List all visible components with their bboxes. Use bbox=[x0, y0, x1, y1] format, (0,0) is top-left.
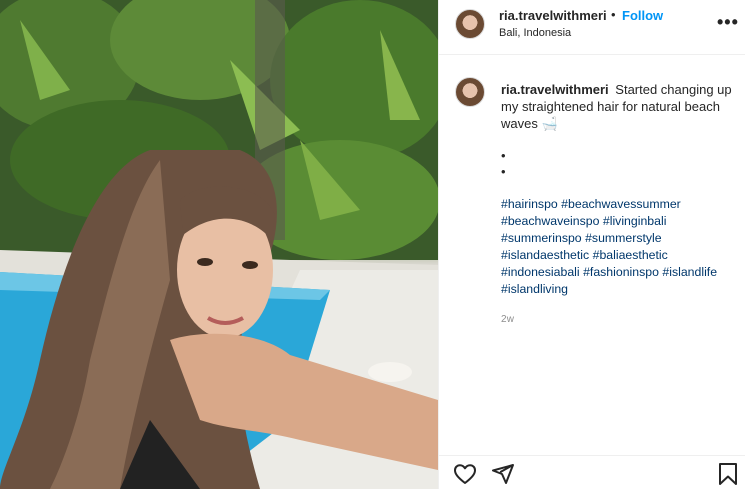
hashtag-link[interactable]: #livinginbali bbox=[603, 214, 667, 228]
hashtag-link[interactable]: #baliaesthetic bbox=[593, 248, 668, 262]
caption-username[interactable]: ria.travelwithmeri bbox=[501, 82, 609, 97]
caption-text: ria.travelwithmeri Started changing up m… bbox=[501, 81, 739, 132]
caption-dot: • bbox=[501, 148, 506, 163]
hashtag-link[interactable]: #islandlife bbox=[662, 265, 717, 279]
post-photo[interactable] bbox=[0, 0, 438, 489]
follow-button[interactable]: Follow bbox=[622, 8, 663, 23]
action-bar bbox=[439, 455, 745, 489]
hashtag-link[interactable]: #beachwaveinspo bbox=[501, 214, 599, 228]
more-options-icon[interactable]: ••• bbox=[717, 13, 739, 31]
heart-icon[interactable] bbox=[453, 462, 477, 489]
hashtag-link[interactable]: #islandliving bbox=[501, 282, 568, 296]
hashtag-link[interactable]: #summerinspo bbox=[501, 231, 582, 245]
hashtag-link[interactable]: #islandaesthetic bbox=[501, 248, 589, 262]
send-icon[interactable] bbox=[491, 462, 515, 489]
username-link[interactable]: ria.travelwithmeri bbox=[499, 8, 607, 23]
post-side-panel: ria.travelwithmeri • Follow Bali, Indone… bbox=[438, 0, 745, 489]
hashtag-link[interactable]: #summerstyle bbox=[585, 231, 662, 245]
post-timestamp[interactable]: 2w bbox=[501, 314, 514, 325]
photo-illustration bbox=[0, 0, 438, 489]
header-separator: • bbox=[611, 7, 616, 22]
avatar[interactable] bbox=[455, 9, 485, 39]
caption-dots: • • bbox=[501, 148, 506, 180]
hashtag-link[interactable]: #hairinspo bbox=[501, 197, 558, 211]
hashtag-list: #hairinspo #beachwavessummer #beachwavei… bbox=[501, 196, 739, 298]
hashtag-link[interactable]: #fashioninspo bbox=[583, 265, 659, 279]
caption-avatar[interactable] bbox=[455, 77, 485, 107]
hashtag-link[interactable]: #beachwavessummer bbox=[561, 197, 681, 211]
hashtag-link[interactable]: #indonesiabali bbox=[501, 265, 580, 279]
caption-dot: • bbox=[501, 164, 506, 179]
location-link[interactable]: Bali, Indonesia bbox=[499, 27, 571, 39]
post-header: ria.travelwithmeri • Follow Bali, Indone… bbox=[439, 0, 745, 55]
bookmark-icon[interactable] bbox=[717, 462, 739, 489]
